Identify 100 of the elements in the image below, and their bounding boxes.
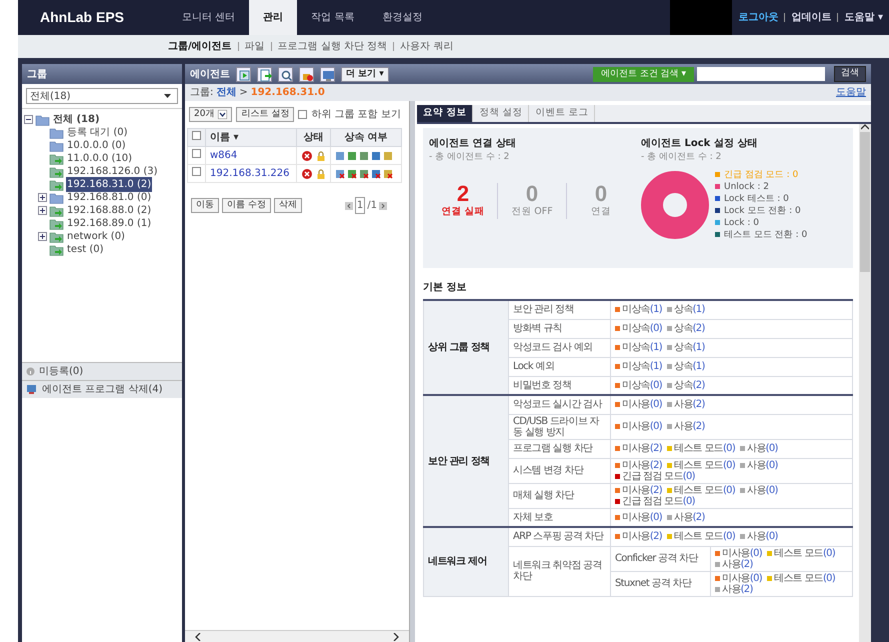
detail-tab[interactable]: 요약 정보 xyxy=(417,105,474,122)
action-button[interactable]: 삭제 xyxy=(274,198,302,213)
horizontal-scrollbar[interactable] xyxy=(185,630,409,642)
row-checkbox[interactable] xyxy=(192,149,201,158)
stat-value: 2 xyxy=(456,182,470,204)
condition-search-button[interactable]: 에이전트 조건 검색 ▾ xyxy=(592,66,694,82)
tree-item[interactable]: network (0) xyxy=(66,229,126,244)
checkbox[interactable] xyxy=(298,110,308,119)
stat-label: 전원 OFF xyxy=(510,204,554,218)
collapse-icon[interactable] xyxy=(24,115,33,124)
status-text: 긴급 점검 모드(0) xyxy=(622,496,695,506)
status-text: 테스트 모드(0) xyxy=(674,484,736,496)
search-icon[interactable] xyxy=(278,66,293,82)
expand-icon[interactable] xyxy=(38,193,47,202)
menu-tab[interactable]: 모니터 센터 xyxy=(168,0,250,35)
tree-item[interactable]: 192.168.81.0 (0) xyxy=(66,190,152,205)
previous-page-icon[interactable] xyxy=(344,202,353,210)
agent-name-link[interactable]: w864 xyxy=(210,150,238,161)
more-button[interactable]: 더 보기 ▾ xyxy=(341,66,389,82)
error-icon xyxy=(302,168,312,178)
scrollbar-thumb[interactable] xyxy=(860,132,870,272)
header-link[interactable]: 로그아웃 xyxy=(738,10,778,25)
play-icon[interactable] xyxy=(236,66,251,82)
sub-nav-link[interactable]: 프로그램 실행 차단 정책 xyxy=(278,39,388,54)
app-logo: AhnLab EPS xyxy=(39,8,126,27)
tree-item[interactable]: 11.0.0.0 (10) xyxy=(66,151,134,166)
section-title: 기본 정보 xyxy=(423,281,468,295)
expand-icon[interactable] xyxy=(38,232,47,241)
group-label: 네트워크 제어 xyxy=(428,556,487,568)
header-link[interactable]: 업데이트 xyxy=(791,10,832,25)
policy-label: 방화벽 규칙 xyxy=(513,323,562,334)
export-icon[interactable] xyxy=(257,66,272,82)
section-label: 미등록(0) xyxy=(39,364,84,378)
scroll-up-icon[interactable] xyxy=(861,124,869,130)
card-title: 에이전트 연결 상태 xyxy=(429,137,517,151)
action-button[interactable]: 이동 xyxy=(191,198,219,213)
policy-label: 매체 실행 차단 xyxy=(513,490,574,501)
tree-item[interactable]: 등록 대기 (0) xyxy=(66,125,129,140)
policy-label: ARP 스푸핑 공격 차단 xyxy=(513,531,604,542)
scroll-right-icon[interactable] xyxy=(393,632,399,640)
tree-item[interactable]: test (0) xyxy=(66,242,105,257)
menu-tab[interactable]: 환경설정 xyxy=(368,0,436,35)
page-size-select[interactable]: 20개 xyxy=(189,107,232,122)
network-folder-icon xyxy=(49,230,64,243)
folder-icon xyxy=(35,113,50,126)
status-text: 테스트 모드(0) xyxy=(674,443,736,454)
help-link[interactable]: 도움말 xyxy=(836,85,866,100)
stat-value: 0 xyxy=(524,182,540,204)
lock-icon[interactable] xyxy=(299,66,314,82)
status-text: 사용(0) xyxy=(747,484,778,496)
expand-icon[interactable] xyxy=(38,206,47,215)
tree-item[interactable]: 10.0.0.0 (0) xyxy=(66,138,127,153)
status-text: 미상속(1) xyxy=(622,361,662,372)
row-checkbox[interactable] xyxy=(192,167,201,176)
list-settings-button[interactable]: 리스트 설정 xyxy=(236,107,294,122)
tree-item[interactable]: 전체 (18) xyxy=(52,112,101,127)
group-label: 상위 그룹 정책 xyxy=(428,342,490,353)
policy-label: 악성코드 검사 예외 xyxy=(513,342,592,353)
next-page-icon[interactable] xyxy=(379,202,387,210)
panel-section[interactable]: 미등록(0) xyxy=(22,362,182,380)
breadcrumb-separator: > xyxy=(239,86,248,100)
monitor-icon[interactable] xyxy=(320,66,335,82)
policy-label: 시스템 변경 차단 xyxy=(513,465,584,476)
dropdown-caret-icon[interactable] xyxy=(218,110,228,119)
status-text: 사용(2) xyxy=(674,512,705,523)
folder-icon xyxy=(49,126,64,139)
panel-section[interactable]: 에이전트 프로그램 삭제(4) xyxy=(22,380,182,398)
folder-icon xyxy=(49,191,64,204)
menu-tab[interactable]: 작업 목록 xyxy=(297,0,368,35)
search-button[interactable]: 검색 xyxy=(834,66,866,82)
policy-label: 네트워크 취약점 공격 차단 xyxy=(513,560,602,582)
computer-icon xyxy=(26,384,38,394)
panel-header: 그룹 xyxy=(22,64,182,84)
action-button[interactable]: 이름 수정 xyxy=(222,198,271,213)
detail-tab[interactable]: 정책 설정 xyxy=(473,105,530,122)
policy-label: 비밀번호 정책 xyxy=(513,380,572,391)
status-text: 테스트 모드(0) xyxy=(674,460,736,470)
breadcrumb-link[interactable]: 전체 xyxy=(216,85,236,100)
tree-item[interactable]: 192.168.88.0 (2) xyxy=(66,203,152,218)
menu-tab[interactable]: 관리 xyxy=(249,0,298,35)
tree-item[interactable]: 192.168.126.0 (3) xyxy=(66,164,159,179)
sub-nav-link[interactable]: 파일 xyxy=(244,39,265,54)
detail-tab[interactable]: 이벤트 로그 xyxy=(529,105,596,122)
sub-nav-link[interactable]: 그룹/에이전트 xyxy=(168,39,232,54)
column-header[interactable]: 이름 ▾ xyxy=(206,128,297,146)
tree-item[interactable]: 192.168.89.0 (1) xyxy=(66,216,152,231)
search-field[interactable] xyxy=(697,67,825,81)
sub-nav-link[interactable]: 사용자 쿼리 xyxy=(400,39,454,54)
header-link[interactable]: 도움말 ▾ xyxy=(844,10,883,25)
group-select[interactable]: 전체(18) xyxy=(26,88,178,104)
tree-item[interactable]: 192.168.31.0 (2) xyxy=(66,177,152,192)
network-folder-icon xyxy=(49,217,64,230)
select-all-checkbox[interactable] xyxy=(192,131,201,140)
card-subtitle: - 총 에이전트 수 : 2 xyxy=(641,151,722,164)
current-page[interactable]: 1 xyxy=(354,197,366,214)
vertical-scrollbar[interactable] xyxy=(859,124,871,642)
page-total: /1 xyxy=(367,199,377,213)
breadcrumb-label: 그룹: xyxy=(190,86,214,100)
group-label: 보안 관리 정책 xyxy=(428,456,490,466)
scroll-left-icon[interactable] xyxy=(195,632,201,640)
